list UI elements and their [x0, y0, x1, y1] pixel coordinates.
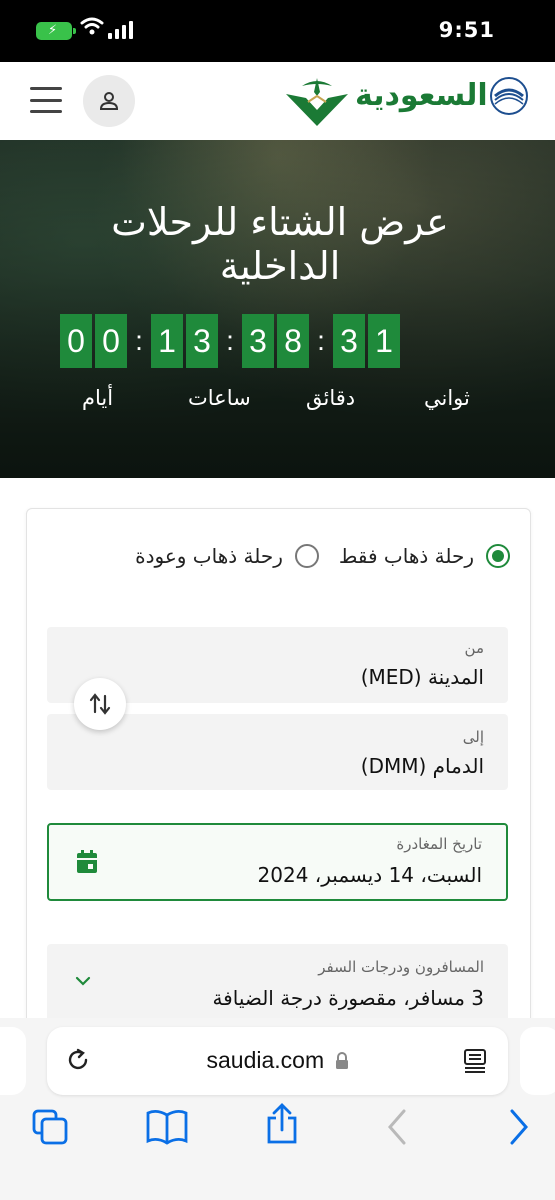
promo-title-line1: عرض الشتاء للرحلات	[111, 200, 449, 244]
trip-type-selector: رحلة ذهاب فقط رحلة ذهاب وعودة	[135, 544, 510, 568]
url-text: saudia.com	[47, 1047, 508, 1074]
swap-vertical-icon	[89, 693, 111, 715]
destination-field[interactable]: إلى الدمام (DMM)	[47, 714, 508, 790]
skyteam-icon	[490, 77, 528, 115]
destination-label: إلى	[462, 728, 484, 746]
tabs-icon[interactable]	[30, 1107, 70, 1147]
countdown-minutes-digit: 3	[242, 314, 274, 368]
origin-label: من	[464, 639, 484, 657]
promo-banner[interactable]: عرض الشتاء للرحلات الداخلية 0 0 : 1 3 : …	[0, 140, 555, 478]
url-domain: saudia.com	[206, 1047, 325, 1073]
cellular-signal-icon	[108, 21, 133, 39]
hamburger-menu-icon[interactable]	[30, 87, 62, 113]
back-icon[interactable]	[386, 1107, 410, 1147]
trip-one-way-radio[interactable]: رحلة ذهاب فقط	[339, 544, 510, 568]
share-icon[interactable]	[264, 1102, 300, 1146]
address-bar[interactable]: saudia.com	[47, 1027, 508, 1095]
saudia-emblem-icon	[286, 78, 348, 126]
countdown-label-days: أيام	[82, 386, 114, 410]
countdown-hours-digit: 1	[151, 314, 183, 368]
chevron-down-icon	[75, 976, 91, 986]
previous-tab-peek[interactable]	[0, 1027, 26, 1095]
saudia-logo[interactable]: السعودية	[355, 78, 488, 113]
radio-unchecked-icon	[294, 544, 319, 568]
countdown-label-seconds: ثواني	[424, 386, 470, 410]
countdown-minutes-digit: 8	[277, 314, 309, 368]
countdown-label-minutes: دقائق	[306, 386, 356, 410]
wifi-icon	[80, 17, 104, 35]
trip-one-way-label: رحلة ذهاب فقط	[338, 544, 474, 568]
destination-value: الدمام (DMM)	[360, 754, 484, 778]
profile-button[interactable]	[83, 75, 135, 127]
lock-icon	[335, 1052, 348, 1069]
countdown-hours-digit: 3	[186, 314, 218, 368]
countdown-timer: 0 0 : 1 3 : 3 8 : 3 1	[60, 314, 403, 368]
departure-date-label: تاريخ المغادرة	[396, 835, 482, 853]
passengers-label: المسافرون ودرجات السفر	[318, 958, 484, 976]
countdown-label-hours: ساعات	[188, 386, 251, 410]
status-bar: ⚡ 9:51	[0, 0, 555, 62]
next-tab-peek[interactable]	[520, 1027, 555, 1095]
calendar-icon	[77, 850, 97, 873]
reader-icon[interactable]	[461, 1047, 489, 1075]
person-icon	[99, 92, 119, 110]
departure-date-value: السبت، 14 ديسمبر، 2024	[257, 863, 482, 887]
countdown-seconds-digit: 3	[333, 314, 365, 368]
countdown-days-digit: 0	[60, 314, 92, 368]
radio-checked-icon	[486, 544, 510, 568]
origin-value: المدينة (MED)	[360, 665, 484, 689]
trip-round-label: رحلة ذهاب وعودة	[135, 544, 283, 568]
site-header: السعودية	[0, 62, 555, 140]
promo-title: عرض الشتاء للرحلات الداخلية	[40, 200, 520, 288]
battery-icon: ⚡	[36, 22, 76, 40]
countdown-seconds-digit: 1	[368, 314, 400, 368]
clock: 9:51	[438, 18, 495, 42]
swap-airports-button[interactable]	[74, 678, 126, 730]
countdown-days-digit: 0	[95, 314, 127, 368]
promo-title-line2: الداخلية	[219, 244, 341, 288]
passengers-value: 3 مسافر، مقصورة درجة الضيافة	[212, 986, 484, 1010]
bookmarks-icon[interactable]	[145, 1107, 189, 1147]
departure-date-field[interactable]: تاريخ المغادرة السبت، 14 ديسمبر، 2024	[47, 823, 508, 901]
trip-round-radio[interactable]: رحلة ذهاب وعودة	[135, 544, 319, 568]
forward-icon[interactable]	[506, 1107, 530, 1147]
